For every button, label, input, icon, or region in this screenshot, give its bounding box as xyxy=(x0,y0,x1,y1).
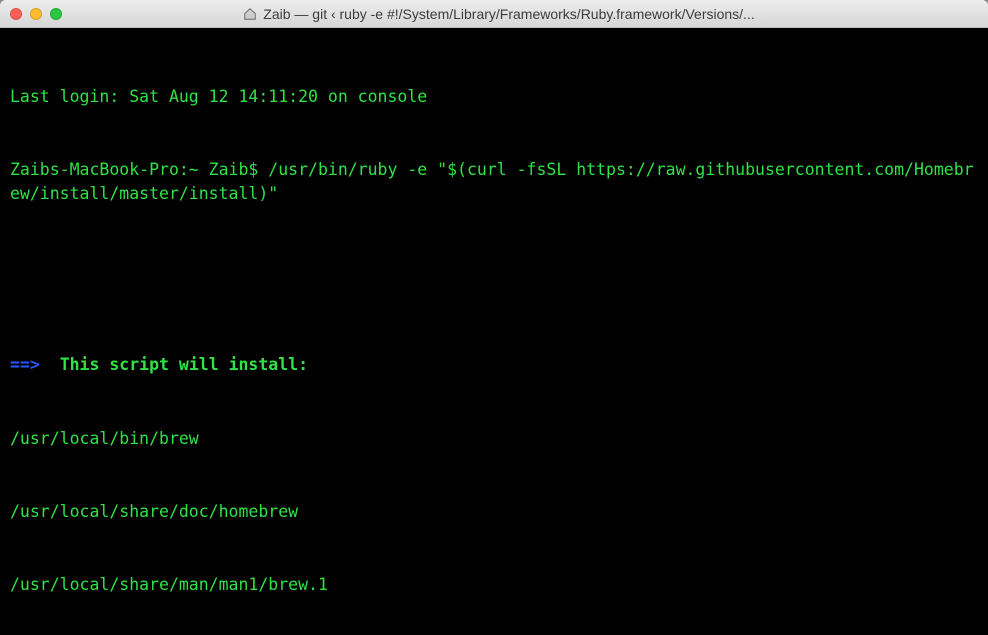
traffic-lights xyxy=(10,8,62,20)
install-path: /usr/local/bin/brew xyxy=(10,427,978,451)
window-title: Zaib — git ‹ ruby -e #!/System/Library/F… xyxy=(72,6,926,22)
terminal-body[interactable]: Last login: Sat Aug 12 14:11:20 on conso… xyxy=(0,28,988,635)
arrow-icon: ==> xyxy=(10,355,40,374)
section-install-heading: This script will install: xyxy=(60,355,308,374)
home-icon xyxy=(243,7,257,21)
prompt: Zaibs-MacBook-Pro:~ Zaib$ xyxy=(10,160,268,179)
last-login-line: Last login: Sat Aug 12 14:11:20 on conso… xyxy=(10,85,978,109)
titlebar[interactable]: Zaib — git ‹ ruby -e #!/System/Library/F… xyxy=(0,0,988,28)
window-title-text: Zaib — git ‹ ruby -e #!/System/Library/F… xyxy=(263,6,754,22)
minimize-button[interactable] xyxy=(30,8,42,20)
maximize-button[interactable] xyxy=(50,8,62,20)
section-install: ==> This script will install: xyxy=(10,353,978,377)
terminal-window: Zaib — git ‹ ruby -e #!/System/Library/F… xyxy=(0,0,988,635)
install-path: /usr/local/share/doc/homebrew xyxy=(10,500,978,524)
install-path: /usr/local/share/man/man1/brew.1 xyxy=(10,573,978,597)
prompt-line: Zaibs-MacBook-Pro:~ Zaib$ /usr/bin/ruby … xyxy=(10,158,978,207)
close-button[interactable] xyxy=(10,8,22,20)
